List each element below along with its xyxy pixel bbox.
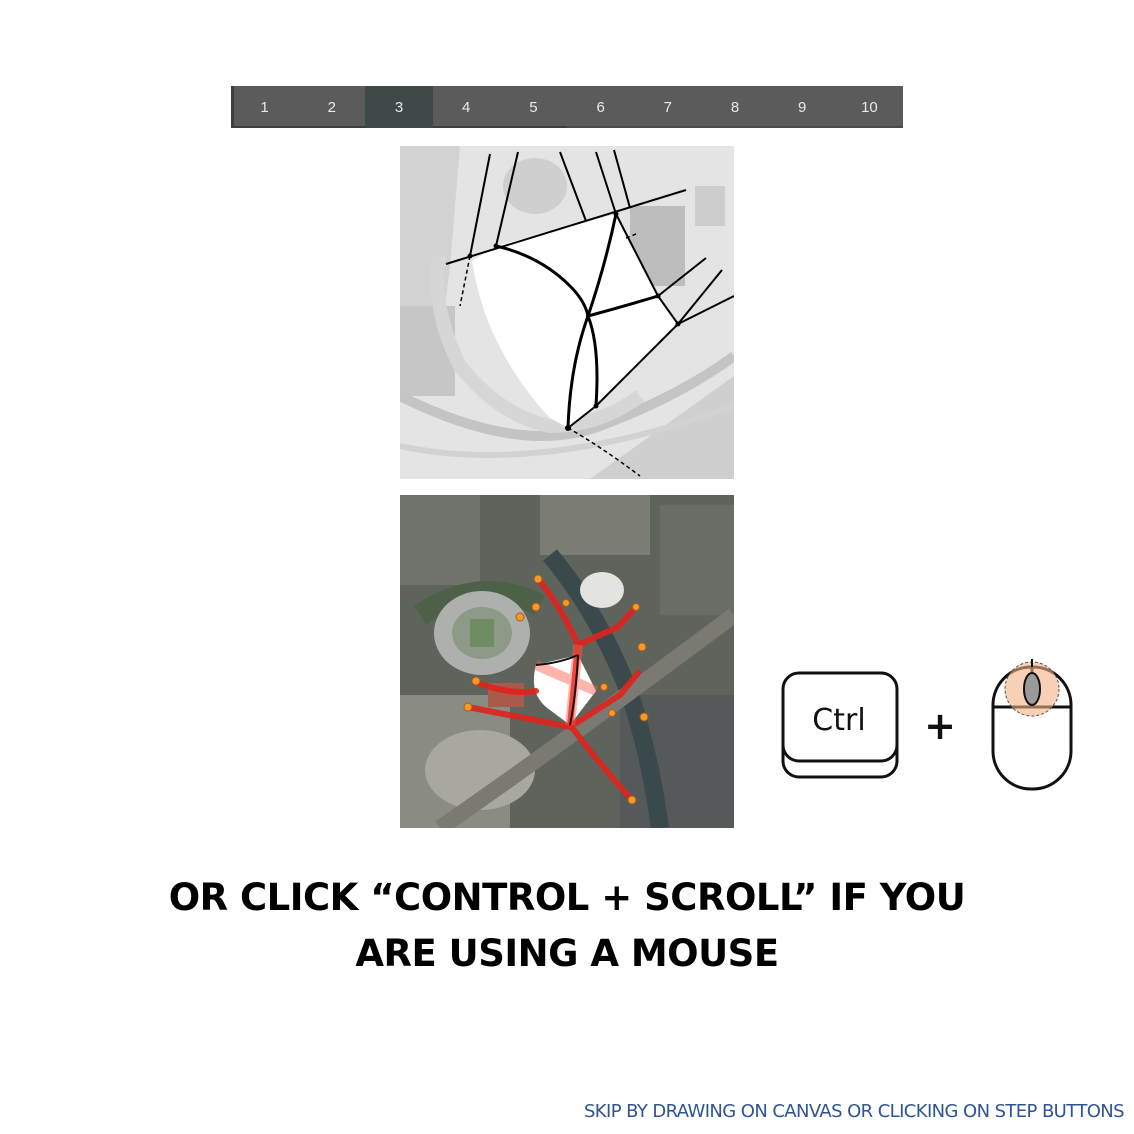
step-button-6[interactable]: 6 [567, 86, 634, 128]
step-button-5[interactable]: 5 [500, 86, 567, 128]
step-button-2[interactable]: 2 [298, 86, 365, 128]
street-network-diagram [400, 146, 734, 479]
instruction-line-2: ARE USING A MOUSE [355, 932, 779, 975]
step-button-7[interactable]: 7 [634, 86, 701, 128]
step-button-3[interactable]: 3 [365, 86, 433, 128]
step-button-10[interactable]: 10 [836, 86, 903, 128]
ctrl-key-label: Ctrl [812, 702, 866, 738]
plus-sign: + [924, 704, 956, 748]
mouse-scroll-icon [990, 655, 1076, 795]
step-navigation-bar: 1 2 3 4 5 6 7 8 9 10 [231, 86, 903, 128]
instruction-line-1: OR CLICK “CONTROL + SCROLL” IF YOU [168, 876, 966, 919]
skip-link[interactable]: SKIP BY DRAWING ON CANVAS OR CLICKING ON… [584, 1101, 1125, 1122]
instruction-headline: OR CLICK “CONTROL + SCROLL” IF YOU ARE U… [0, 870, 1134, 982]
step-button-1[interactable]: 1 [231, 86, 298, 128]
step-button-8[interactable]: 8 [701, 86, 768, 128]
step-button-4[interactable]: 4 [433, 86, 500, 128]
step-button-9[interactable]: 9 [769, 86, 836, 128]
aerial-route-map [400, 495, 734, 828]
ctrl-key-icon: Ctrl [781, 671, 899, 781]
